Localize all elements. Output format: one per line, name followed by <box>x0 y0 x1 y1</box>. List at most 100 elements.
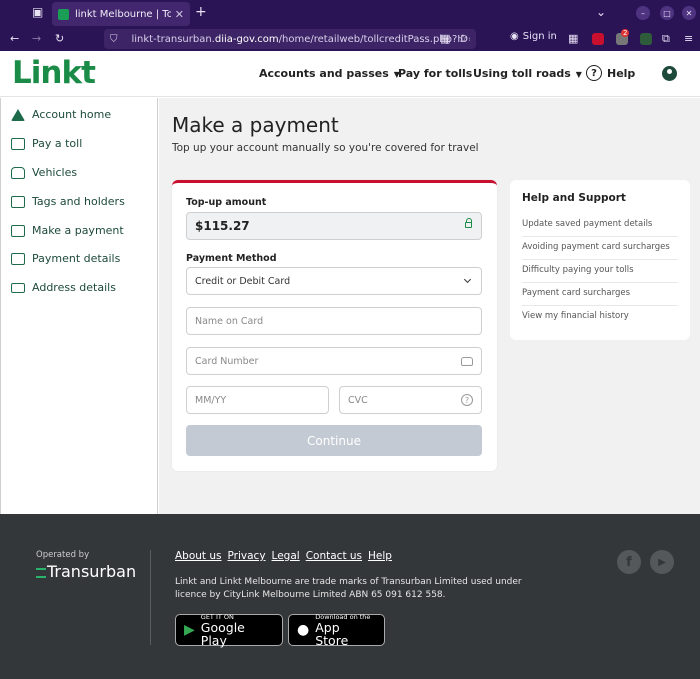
support-link-card-surcharges[interactable]: Payment card surcharges <box>522 283 678 306</box>
support-link-difficulty-paying[interactable]: Difficulty paying your tolls <box>522 260 678 283</box>
payment-icon <box>11 224 25 237</box>
nav-accounts-and-passes[interactable]: Accounts and passes ▼ <box>259 67 400 80</box>
sidebar-item-label: Tags and holders <box>32 195 125 208</box>
sign-in-label: Sign in <box>522 31 557 42</box>
browser-tab[interactable]: linkt Melbourne | Toll Inv ✕ <box>52 2 190 26</box>
operated-by-label: Operated by <box>36 550 90 560</box>
nav-label: Using toll roads <box>473 67 571 80</box>
help-circle-icon[interactable]: ? <box>586 65 602 81</box>
payment-method-label: Payment Method <box>186 253 277 264</box>
nav-using-toll-roads[interactable]: Using toll roads ▼ <box>473 67 582 80</box>
continue-button[interactable]: Continue <box>186 425 482 456</box>
facebook-icon[interactable]: f <box>617 550 641 574</box>
footer-link-contact-us[interactable]: Contact us <box>306 550 362 562</box>
google-play-badge[interactable]: ▶ GET IT ON Google Play <box>175 613 283 647</box>
url-bar[interactable]: ⛉ linkt-transurban.diia-gov.com/home/ret… <box>104 29 476 49</box>
nav-label: Accounts and passes <box>259 67 389 80</box>
payment-method-value: Credit or Debit Card <box>195 275 291 287</box>
app-store-badge[interactable]: ● Download on the App Store <box>288 613 385 647</box>
sign-in-button[interactable]: ◉ Sign in <box>510 31 557 42</box>
sidebar-item-label: Payment details <box>32 252 121 265</box>
card-type-icon <box>461 357 473 366</box>
sidebar: Account home Pay a toll Vehicles Tags an… <box>0 98 158 514</box>
puzzle-icon[interactable]: ⧉ <box>662 32 670 46</box>
name-on-card-placeholder: Name on Card <box>195 315 264 327</box>
amount-field: $115.27 <box>186 212 482 240</box>
footer-links: About us Privacy Legal Contact us Help <box>175 550 392 562</box>
qr-icon[interactable]: ▦ <box>440 32 450 45</box>
site-footer: Operated by Transurban About us Privacy … <box>0 514 700 679</box>
cvc-input[interactable]: CVC ? <box>339 386 482 414</box>
home-icon <box>11 108 25 121</box>
sidebar-item-label: Pay a toll <box>32 137 83 150</box>
footer-link-privacy[interactable]: Privacy <box>228 550 266 562</box>
back-icon[interactable]: ← <box>10 32 19 45</box>
nav-pay-for-tolls[interactable]: Pay for tolls <box>398 67 472 80</box>
support-link-avoiding-surcharges[interactable]: Avoiding payment card surcharges <box>522 237 678 260</box>
url-prefix: linkt-transurban. <box>131 33 215 45</box>
forward-icon[interactable]: → <box>32 32 41 45</box>
sidebar-item-label: Vehicles <box>32 166 78 179</box>
nav-help[interactable]: Help <box>607 67 635 80</box>
support-link-financial-history[interactable]: View my financial history <box>522 306 678 328</box>
site-header: Linkt Accounts and passes ▼ Pay for tolls… <box>0 51 700 97</box>
extension-badge: 2 <box>621 29 630 37</box>
linkt-logo[interactable]: Linkt <box>12 55 96 91</box>
close-window-icon[interactable]: ✕ <box>682 6 696 20</box>
youtube-icon[interactable]: ▶ <box>650 550 674 574</box>
sidebar-item-tags-and-holders[interactable]: Tags and holders <box>11 195 125 208</box>
main-content: Make a payment Top up your account manua… <box>159 98 700 514</box>
menu-icon[interactable]: ≡ <box>684 32 693 45</box>
sidebar-item-payment-details[interactable]: Payment details <box>11 252 120 265</box>
sidebar-item-vehicles[interactable]: Vehicles <box>11 166 77 179</box>
expiry-placeholder: MM/YY <box>195 394 227 406</box>
sidebar-item-label: Account home <box>32 108 112 121</box>
minimize-icon[interactable]: – <box>636 6 650 20</box>
user-account-icon[interactable] <box>662 66 677 81</box>
sidebar-item-account-home[interactable]: Account home <box>11 108 111 121</box>
expiry-input[interactable]: MM/YY <box>186 386 329 414</box>
browser-tab-bar: ▣ linkt Melbourne | Toll Inv ✕ + ⌄ – □ ✕ <box>0 0 700 28</box>
tab-list-chevron-icon[interactable]: ⌄ <box>596 5 606 19</box>
close-tab-icon[interactable]: ✕ <box>175 8 184 21</box>
footer-link-legal[interactable]: Legal <box>272 550 300 562</box>
site-favicon-icon <box>58 8 69 20</box>
payment-form-card: Top-up amount $115.27 Payment Method Cre… <box>172 180 497 471</box>
card-icon <box>11 252 25 265</box>
sidebar-item-label: Address details <box>32 281 116 294</box>
sidebar-item-label: Make a payment <box>32 224 124 237</box>
sidebar-item-address-details[interactable]: Address details <box>11 281 116 294</box>
account-icon: ◉ <box>510 31 519 42</box>
transurban-name: Transurban <box>47 562 137 581</box>
cvc-help-icon[interactable]: ? <box>461 394 473 406</box>
transurban-logo[interactable]: Transurban <box>36 562 136 581</box>
google-play-icon: ▶ <box>184 622 195 638</box>
road-icon <box>11 137 25 150</box>
lock-icon <box>465 218 472 228</box>
caret-down-icon: ▼ <box>575 70 582 79</box>
support-link-update-saved-payment[interactable]: Update saved payment details <box>522 214 678 237</box>
bookmark-star-icon[interactable]: ☆ <box>458 32 468 45</box>
cvc-placeholder: CVC <box>348 394 368 406</box>
footer-link-help[interactable]: Help <box>368 550 392 562</box>
reload-icon[interactable]: ↻ <box>55 32 64 45</box>
transurban-mark-icon <box>36 568 46 578</box>
ublock-icon[interactable] <box>592 33 604 45</box>
payment-method-select[interactable]: Credit or Debit Card <box>186 267 482 295</box>
amount-label: Top-up amount <box>186 197 267 208</box>
amount-value: $115.27 <box>195 219 250 233</box>
card-number-input[interactable]: Card Number <box>186 347 482 375</box>
car-icon <box>11 166 25 179</box>
new-tab-icon[interactable]: + <box>195 4 207 20</box>
sidebar-item-make-a-payment[interactable]: Make a payment <box>11 224 124 237</box>
apple-icon: ● <box>297 622 310 638</box>
extensions-grid-icon[interactable]: ▦ <box>568 32 578 45</box>
maximize-icon[interactable]: □ <box>660 6 674 20</box>
footer-legal-text: Linkt and Linkt Melbourne are trade mark… <box>175 577 522 600</box>
footer-link-about-us[interactable]: About us <box>175 550 222 562</box>
url-domain: diia-gov.com <box>214 33 279 45</box>
tab-overview-icon[interactable]: ▣ <box>32 5 43 19</box>
sidebar-item-pay-a-toll[interactable]: Pay a toll <box>11 137 82 150</box>
name-on-card-input[interactable]: Name on Card <box>186 307 482 335</box>
extension-green-icon[interactable] <box>640 33 652 45</box>
